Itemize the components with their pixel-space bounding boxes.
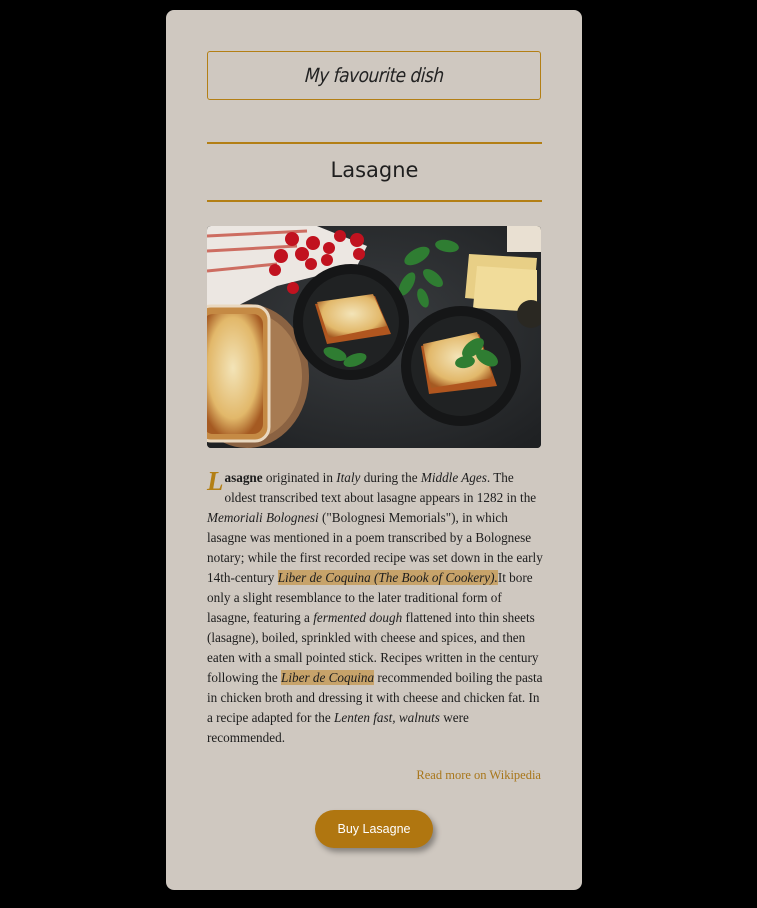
italic-fermented-dough: fermented dough [313, 610, 403, 625]
bold-word: asagne [224, 470, 263, 485]
highlight-liber-de-coquina-full: Liber de Coquina (The Book of Cookery). [277, 570, 498, 585]
divider-top [207, 142, 542, 144]
lasagne-photo [207, 226, 541, 448]
italic-middle-ages: Middle Ages [420, 470, 487, 485]
text-segment: originated in [262, 470, 337, 485]
favourite-dish-heading-box: My favourite dish [207, 51, 541, 100]
read-more-wikipedia-link[interactable]: Read more on Wikipedia [207, 768, 541, 783]
drop-cap: L [207, 466, 224, 496]
text-segment: during the [360, 470, 421, 485]
buy-button-label: Buy Lasagne [337, 822, 411, 836]
divider-bottom [207, 200, 542, 202]
lasagne-description: Lasagne originated in Italy during the M… [207, 468, 543, 748]
italic-lenten-fast: Lenten fast, walnuts [334, 710, 440, 725]
italic-memoriali: Memoriali Bolognesi [207, 510, 319, 525]
highlight-liber-de-coquina: Liber de Coquina [281, 670, 375, 685]
favourite-dish-label: My favourite dish [303, 64, 445, 87]
description-paragraph: Lasagne originated in Italy during the M… [207, 468, 543, 748]
recipe-card: My favourite dish Lasagne L asagne origi… [166, 10, 582, 890]
dish-title: Lasagne [330, 158, 419, 182]
buy-lasagne-button[interactable]: Buy Lasagne [315, 810, 433, 848]
italic-italy: Italy [336, 470, 361, 485]
